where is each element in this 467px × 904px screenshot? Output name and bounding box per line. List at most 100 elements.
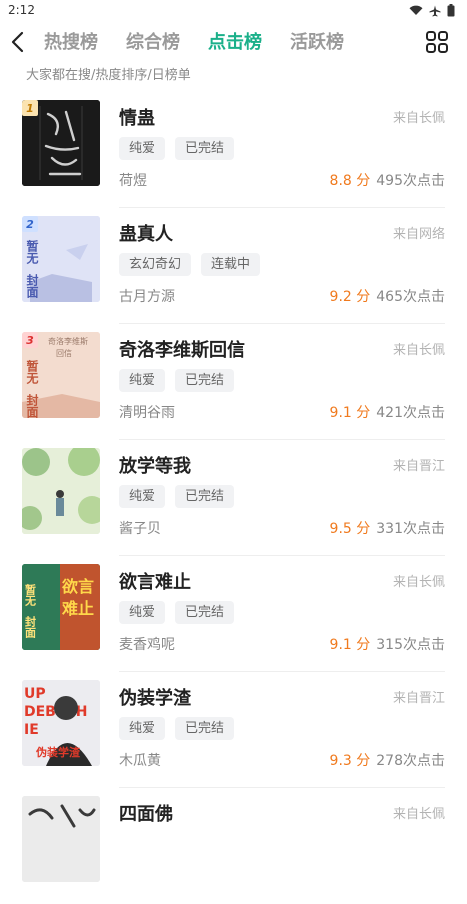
book-item[interactable]: 暂无 封面 欲言 难止 欲言难止 来自长佩 纯爱 已完结 麦香鸡呢 9.1 分 …	[0, 556, 467, 672]
status-time: 2:12	[8, 3, 35, 17]
book-stats: 9.3 分 278次点击	[330, 750, 445, 770]
book-author: 清明谷雨	[119, 405, 175, 421]
book-clicks: 315次点击	[376, 637, 445, 653]
tab-active[interactable]: 活跃榜	[276, 22, 358, 64]
book-source: 来自长佩	[392, 343, 445, 358]
tab-overall[interactable]: 综合榜	[112, 22, 194, 64]
book-tags: 纯爱 已完结	[119, 601, 235, 624]
tag-genre: 玄幻奇幻	[119, 253, 192, 276]
book-item[interactable]: UP DEBECH IE 伪装学渣 伪装学渣 来自晋江 纯爱 已完结 木瓜黄 9…	[0, 672, 467, 788]
cover3-title-2: 回信	[56, 348, 72, 358]
cover-art: 暂无 封面 欲言 难止	[22, 564, 100, 650]
battery-icon	[447, 4, 455, 17]
cover5-title: 欲言	[61, 577, 94, 596]
book-stats: 9.5 分 331次点击	[330, 518, 445, 538]
category-grid-button[interactable]	[425, 30, 449, 54]
book-cover[interactable]: 1	[22, 100, 100, 186]
rank-badge: 1	[22, 100, 38, 116]
book-item[interactable]: 1 情蛊 来自长佩 纯爱 已完结 荷煜 8.8 分 495次点击	[0, 92, 467, 208]
tab-clicks[interactable]: 点击榜	[194, 22, 276, 64]
book-cover[interactable]	[22, 448, 100, 534]
book-tags: 纯爱 已完结	[119, 369, 235, 392]
cover-placeholder-text: 暂无	[25, 239, 39, 265]
book-author: 酱子贝	[119, 521, 161, 537]
tag-status: 已完结	[175, 137, 235, 160]
back-button[interactable]	[4, 26, 30, 58]
ranking-tabs: 热搜榜 综合榜 点击榜 活跃榜	[30, 22, 358, 64]
tag-genre: 纯爱	[119, 485, 166, 508]
book-source: 来自晋江	[392, 691, 445, 706]
book-score: 9.1 分	[329, 405, 371, 421]
book-score: 9.3 分	[329, 753, 371, 769]
rank-badge: 3	[22, 332, 38, 348]
book-title[interactable]: 四面佛	[119, 800, 173, 826]
book-tags: 纯爱 已完结	[119, 485, 235, 508]
book-stats: 9.2 分 465次点击	[330, 286, 445, 306]
cover-art	[22, 448, 100, 534]
book-tags: 玄幻奇幻 连载中	[119, 253, 261, 276]
cover-placeholder-text-2: 封面	[25, 393, 39, 418]
cover3-title: 奇洛李维斯	[48, 336, 88, 346]
cover6-title: 伪装学渣	[35, 745, 81, 759]
book-item[interactable]: 放学等我 来自晋江 纯爱 已完结 酱子贝 9.5 分 331次点击	[0, 440, 467, 556]
cover-placeholder-text: 暂无	[24, 583, 38, 607]
book-score: 8.8 分	[329, 173, 371, 189]
book-source: 来自网络	[392, 227, 445, 242]
cover5-title-2: 难止	[61, 599, 94, 618]
book-clicks: 278次点击	[376, 753, 445, 769]
book-cover[interactable]: 暂无 封面 2	[22, 216, 100, 302]
book-item[interactable]: 暂无 封面 2 蛊真人 来自网络 玄幻奇幻 连载中 古月方源 9.2 分 465…	[0, 208, 467, 324]
cover-placeholder-text: 暂无	[25, 359, 39, 385]
book-cover[interactable]: 暂无 封面 奇洛李维斯 回信 3	[22, 332, 100, 418]
book-author: 木瓜黄	[119, 753, 161, 769]
rank-badge: 2	[22, 216, 38, 232]
book-item[interactable]: 暂无 封面 奇洛李维斯 回信 3 奇洛李维斯回信 来自长佩 纯爱 已完结 清明谷…	[0, 324, 467, 440]
cover-placeholder-text-2: 封面	[25, 273, 39, 299]
book-title[interactable]: 伪装学渣	[119, 684, 191, 710]
tag-genre: 纯爱	[119, 369, 166, 392]
book-clicks: 495次点击	[376, 173, 445, 189]
book-source: 来自长佩	[392, 575, 445, 590]
book-stats: 8.8 分 495次点击	[330, 170, 445, 190]
airplane-icon	[429, 5, 441, 16]
cover6-letters-3: IE	[24, 722, 39, 738]
book-cover[interactable]: 暂无 封面 欲言 难止	[22, 564, 100, 650]
book-source: 来自长佩	[392, 111, 445, 126]
tag-genre: 纯爱	[119, 601, 166, 624]
wifi-icon	[409, 5, 423, 15]
book-title[interactable]: 情蛊	[119, 104, 155, 130]
cover6-letters: UP	[24, 686, 46, 702]
chevron-left-icon	[11, 31, 24, 53]
book-tags: 纯爱 已完结	[119, 717, 235, 740]
book-cover[interactable]: UP DEBECH IE 伪装学渣	[22, 680, 100, 766]
book-item[interactable]: 四面佛 来自长佩	[0, 788, 467, 904]
grid-icon	[426, 31, 448, 53]
book-source: 来自晋江	[392, 459, 445, 474]
cover-art	[22, 796, 100, 882]
status-bar: 2:12	[0, 0, 467, 22]
book-author: 荷煜	[119, 173, 147, 189]
book-stats: 9.1 分 315次点击	[330, 634, 445, 654]
book-title[interactable]: 蛊真人	[119, 220, 173, 246]
tag-status: 连载中	[201, 253, 261, 276]
cover-art: UP DEBECH IE 伪装学渣	[22, 680, 100, 766]
tag-status: 已完结	[175, 601, 235, 624]
book-title[interactable]: 放学等我	[119, 452, 191, 478]
top-navigation: 热搜榜 综合榜 点击榜 活跃榜	[0, 22, 467, 64]
tag-status: 已完结	[175, 717, 235, 740]
book-title[interactable]: 欲言难止	[119, 568, 191, 594]
book-tags: 纯爱 已完结	[119, 137, 235, 160]
book-title[interactable]: 奇洛李维斯回信	[119, 336, 245, 362]
tag-status: 已完结	[175, 369, 235, 392]
book-clicks: 465次点击	[376, 289, 445, 305]
tab-hot-search[interactable]: 热搜榜	[30, 22, 112, 64]
cover-placeholder-text-2: 封面	[24, 615, 37, 639]
book-author: 麦香鸡呢	[119, 637, 175, 653]
book-author: 古月方源	[119, 289, 175, 305]
tag-genre: 纯爱	[119, 717, 166, 740]
ranking-subtitle: 大家都在搜/热度排序/日榜单	[26, 68, 191, 83]
book-cover[interactable]	[22, 796, 100, 882]
book-stats: 9.1 分 421次点击	[330, 402, 445, 422]
book-score: 9.1 分	[329, 637, 371, 653]
tag-genre: 纯爱	[119, 137, 166, 160]
